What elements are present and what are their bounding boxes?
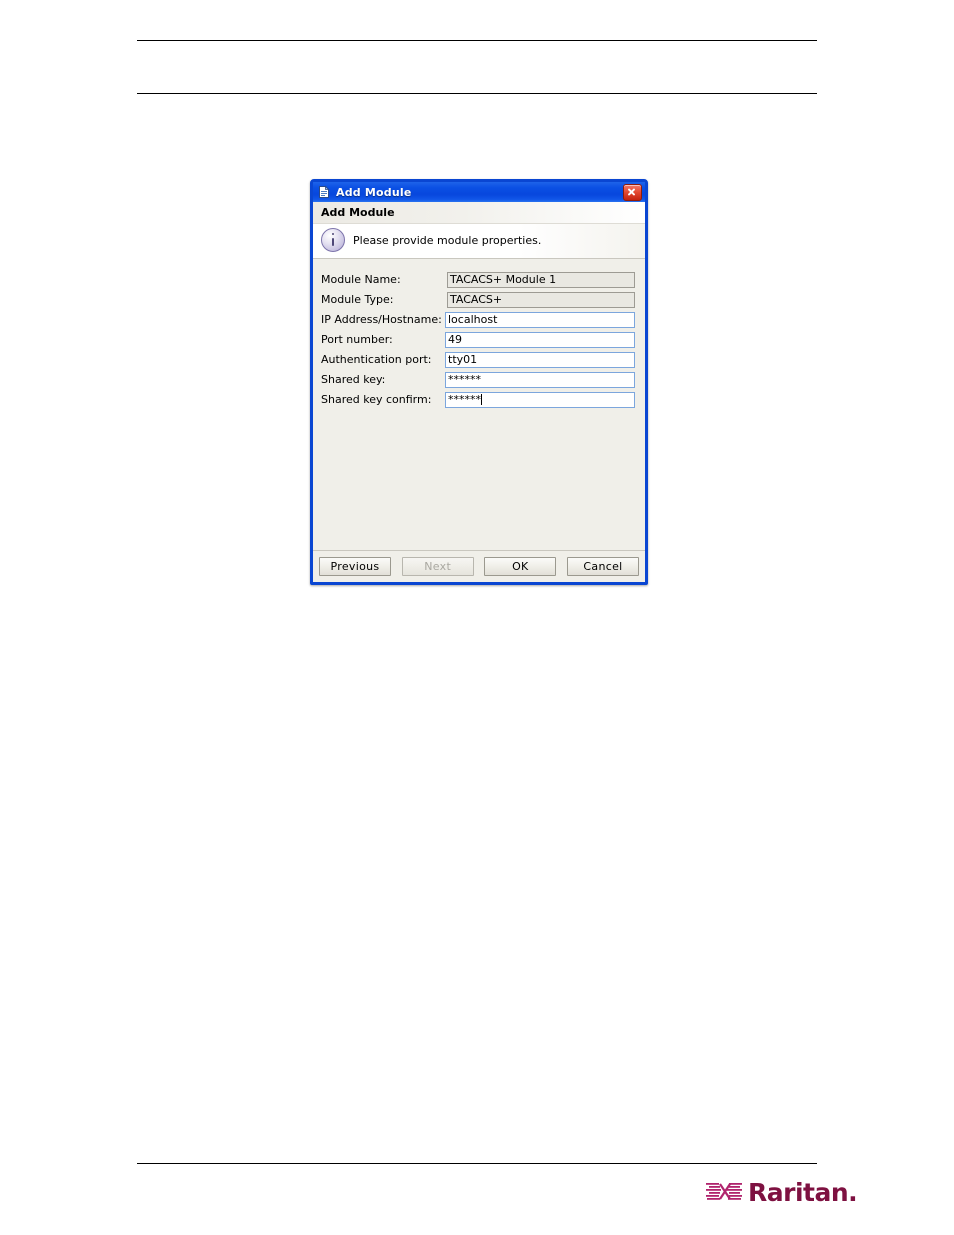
input-ip-address-hostname[interactable]: localhost [445,311,635,328]
close-icon[interactable] [623,183,642,201]
dialog-header-title: Add Module [321,206,395,219]
text-caret [481,393,482,405]
field-row-shared-key: Shared key: ****** [321,371,635,388]
value-authentication-port: tty01 [448,352,478,366]
value-shared-key: ****** [448,372,481,386]
label-authentication-port: Authentication port: [321,353,432,366]
label-module-name: Module Name: [321,273,401,286]
page-footer-rule [137,1163,817,1164]
page-header-rule [137,93,817,94]
raritan-logo: Raritan. [706,1177,858,1207]
input-shared-key[interactable]: ****** [445,371,635,388]
cancel-button[interactable]: Cancel [566,557,639,576]
input-module-type: TACACS+ [447,291,635,308]
dialog-button-bar: Previous Next OK Cancel [313,550,645,582]
dialog-header-message-row: Please provide module properties. [313,223,645,258]
label-shared-key: Shared key: [321,373,386,386]
value-ip-address-hostname: localhost [448,312,498,326]
value-port-number: 49 [448,332,462,346]
label-ip-address-hostname: IP Address/Hostname: [321,313,442,326]
dialog-titlebar[interactable]: Add Module [313,182,645,202]
ok-button[interactable]: OK [484,557,557,576]
field-row-authentication-port: Authentication port: tty01 [321,351,635,368]
module-properties-form: Module Name: TACACS+ Module 1 Module Type:… [313,259,645,408]
next-button: Next [401,557,474,576]
dialog-header-band: Add Module Please provide module propert… [313,202,645,259]
input-module-name: TACACS+ Module 1 [447,271,635,288]
window-document-icon [317,185,331,199]
label-port-number: Port number: [321,333,393,346]
input-shared-key-confirm[interactable]: ****** [445,391,635,408]
field-row-ip-address-hostname: IP Address/Hostname: localhost [321,311,635,328]
add-module-dialog: Add Module Add Module Please provide mod… [310,179,648,585]
field-row-module-name: Module Name: TACACS+ Module 1 [321,271,635,288]
value-shared-key-confirm: ****** [448,392,481,406]
field-row-shared-key-confirm: Shared key confirm: ****** [321,391,635,408]
value-module-name: TACACS+ Module 1 [450,272,557,286]
field-row-port-number: Port number: 49 [321,331,635,348]
value-module-type: TACACS+ [450,292,503,306]
input-port-number[interactable]: 49 [445,331,635,348]
label-module-type: Module Type: [321,293,394,306]
dialog-header-message: Please provide module properties. [353,233,542,247]
dialog-title: Add Module [336,185,412,199]
page-top-rule [137,40,817,41]
previous-button[interactable]: Previous [319,557,391,576]
field-row-module-type: Module Type: TACACS+ [321,291,635,308]
raritan-logo-mark [706,1182,744,1202]
info-icon [321,228,345,252]
label-shared-key-confirm: Shared key confirm: [321,393,432,406]
raritan-logo-text: Raritan. [748,1177,858,1207]
input-authentication-port[interactable]: tty01 [445,351,635,368]
